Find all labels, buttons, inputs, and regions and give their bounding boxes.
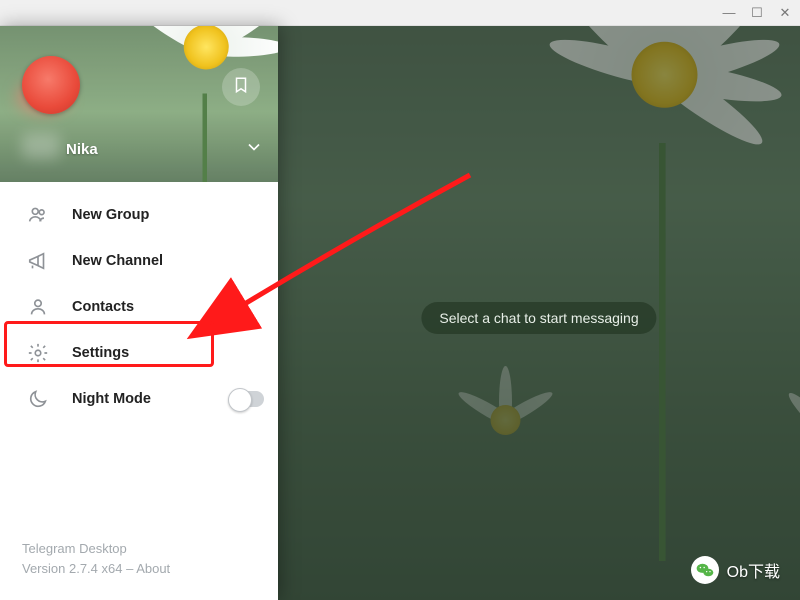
- group-icon: [24, 204, 52, 226]
- window-minimize-button[interactable]: —: [722, 6, 736, 19]
- version-about-link[interactable]: Version 2.7.4 x64 – About: [22, 559, 256, 579]
- menu-item-label: Contacts: [72, 299, 134, 315]
- menu-item-label: Settings: [72, 345, 129, 361]
- chat-area: Select a chat to start messaging: [278, 26, 800, 600]
- main-menu-drawer: Nika New Group New Channel: [0, 26, 278, 600]
- menu-item-new-channel[interactable]: New Channel: [0, 238, 278, 284]
- menu-item-new-group[interactable]: New Group: [0, 192, 278, 238]
- avatar[interactable]: [22, 56, 80, 114]
- menu-list: New Group New Channel Contacts Settings: [0, 182, 278, 432]
- window-maximize-button[interactable]: ☐: [750, 6, 764, 19]
- menu-item-settings[interactable]: Settings: [0, 330, 278, 376]
- person-icon: [24, 296, 52, 318]
- menu-item-contacts[interactable]: Contacts: [0, 284, 278, 330]
- watermark: Ob下载: [691, 556, 780, 584]
- window-titlebar: — ☐ ✕: [0, 0, 800, 26]
- accounts-expand-button[interactable]: [244, 137, 264, 162]
- menu-item-label: New Channel: [72, 253, 163, 269]
- chevron-down-icon: [244, 144, 264, 161]
- watermark-text: Ob下载: [727, 558, 780, 582]
- menu-item-label: Night Mode: [72, 391, 151, 407]
- gear-icon: [24, 342, 52, 364]
- night-mode-toggle[interactable]: [230, 391, 264, 407]
- moon-icon: [24, 388, 52, 410]
- app-name-label: Telegram Desktop: [22, 539, 256, 559]
- menu-item-night-mode[interactable]: Night Mode: [0, 376, 278, 422]
- empty-chat-placeholder: Select a chat to start messaging: [421, 302, 656, 334]
- window-close-button[interactable]: ✕: [778, 6, 792, 19]
- wechat-icon: [691, 556, 719, 584]
- drawer-footer: Telegram Desktop Version 2.7.4 x64 – Abo…: [0, 527, 278, 600]
- drawer-header: Nika: [0, 26, 278, 182]
- megaphone-icon: [24, 250, 52, 272]
- bookmark-icon: [232, 76, 250, 99]
- profile-name: Nika: [66, 141, 98, 158]
- saved-messages-button[interactable]: [222, 68, 260, 106]
- menu-item-label: New Group: [72, 207, 149, 223]
